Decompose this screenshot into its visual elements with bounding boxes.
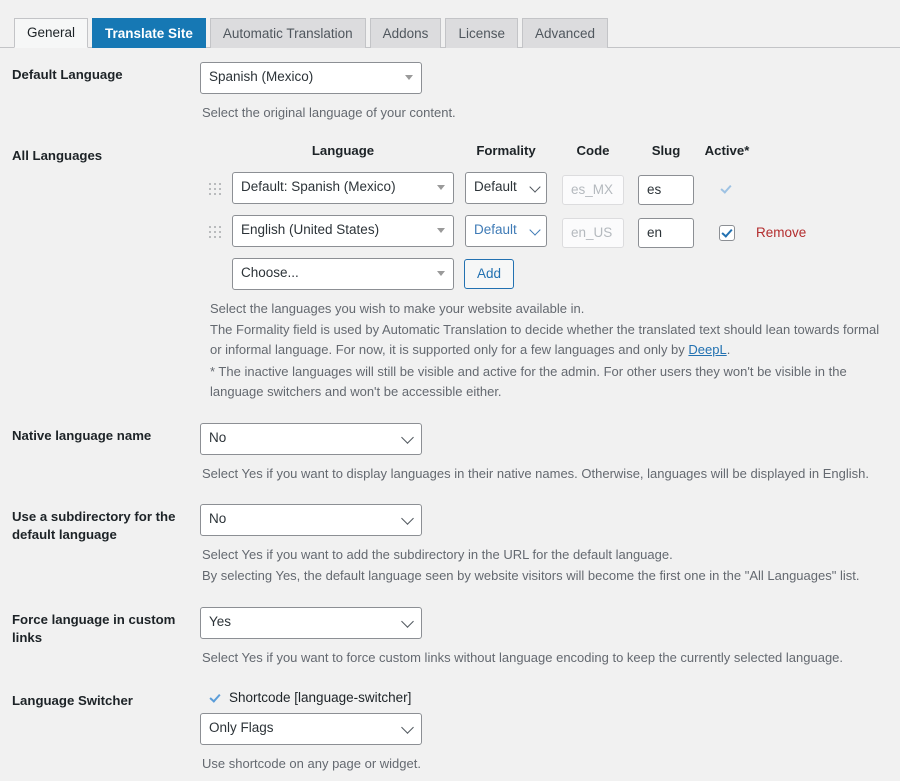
tab-license[interactable]: License — [445, 18, 518, 48]
subdirectory-description-line-1: Select Yes if you want to add the subdir… — [202, 546, 673, 562]
native-language-name-description: Select Yes if you want to display langua… — [202, 465, 870, 481]
tab-general[interactable]: General — [14, 18, 89, 48]
desc-formality-period: . — [726, 342, 731, 358]
force-language-select-value: Yes — [200, 607, 422, 640]
table-row: English (United States) Default en_US en… — [200, 215, 890, 250]
default-language-label: Default Language — [12, 67, 123, 82]
all-languages-description-line-2: The Formality field is used by Automatic… — [210, 320, 890, 360]
table-row: Default: Spanish (Mexico) Default — [200, 172, 890, 207]
drag-handle-icon[interactable] — [206, 222, 224, 244]
header-language: Language — [311, 143, 375, 159]
switcher-display-select[interactable]: Only Flags — [200, 713, 422, 746]
all-languages-description-line-3: * The inactive languages will still be v… — [210, 363, 847, 399]
subdirectory-select[interactable]: No — [200, 503, 422, 536]
choose-language-select[interactable]: Choose... — [232, 258, 454, 291]
language-switcher-description: Use shortcode on any page or widget. — [202, 756, 421, 772]
tab-automatic-translation[interactable]: Automatic Translation — [209, 18, 366, 48]
row-default-language: Default Language Spanish (Mexico) Select… — [0, 48, 900, 129]
tab-translate-site[interactable]: Translate Site — [92, 18, 206, 48]
add-language-button[interactable]: Add — [464, 259, 515, 290]
native-language-name-label: Native language name — [12, 427, 152, 443]
shortcode-checkbox-row[interactable]: Shortcode [language-switcher] — [208, 690, 890, 705]
tab-advanced[interactable]: Advanced — [521, 18, 609, 48]
language-select-row-0-value: Default: Spanish (Mexico) — [232, 172, 454, 205]
subdirectory-description-line-2: By selecting Yes, the default language s… — [202, 568, 860, 584]
language-select-row-0[interactable]: Default: Spanish (Mexico) — [232, 172, 454, 205]
add-language-row: Choose... Add — [232, 258, 890, 291]
row-subdirectory: Use a subdirectory for the default langu… — [0, 490, 900, 593]
tab-automatic-translation-label: Automatic Translation — [222, 25, 353, 41]
code-field-row-1 — [562, 217, 624, 248]
default-language-select-value: Spanish (Mexico) — [200, 62, 422, 94]
row-language-switcher: Language Switcher Shortcode [language-sw… — [0, 674, 900, 780]
drag-handle-icon[interactable] — [206, 179, 224, 201]
settings-tab-bar: General Translate Site Automatic Transla… — [0, 0, 900, 48]
formality-select-row-0-value: Default — [465, 172, 547, 205]
code-field-row-0 — [562, 174, 624, 205]
languages-table-header: Language Formality Code Slug Active* — [200, 143, 890, 158]
all-languages-description-line-1: Select the languages you wish to make yo… — [210, 301, 585, 317]
active-checkbox-row-1[interactable] — [719, 224, 735, 241]
language-select-row-1-value: English (United States) — [232, 215, 454, 248]
remove-language-link-row-1[interactable]: Remove — [756, 225, 806, 240]
force-language-description: Select Yes if you want to force custom l… — [202, 650, 844, 666]
slug-field-row-1[interactable] — [638, 217, 694, 248]
slug-field-row-0[interactable] — [638, 174, 694, 205]
row-all-languages: All Languages Language Formality Code Sl… — [0, 129, 900, 409]
shortcode-label: Shortcode [language-switcher] — [229, 690, 412, 706]
tab-general-label: General — [27, 25, 76, 41]
language-select-row-1[interactable]: English (United States) — [232, 215, 454, 248]
native-language-name-select-value: No — [200, 422, 422, 455]
subdirectory-select-value: No — [200, 503, 422, 536]
desc-formality-text: The Formality field is used by Automatic… — [210, 322, 880, 358]
tab-translate-site-label: Translate Site — [105, 25, 193, 41]
formality-select-row-1[interactable]: Default — [465, 215, 547, 248]
tab-advanced-label: Advanced — [534, 25, 596, 41]
tab-license-label: License — [458, 25, 505, 41]
default-language-description: Select the original language of your con… — [202, 105, 456, 120]
deepl-link[interactable]: DeepL — [688, 342, 726, 357]
row-native-language-name: Native language name No Select Yes if yo… — [0, 409, 900, 490]
language-switcher-label: Language Switcher — [12, 693, 133, 709]
header-code: Code — [576, 143, 610, 159]
languages-rows: Default: Spanish (Mexico) Default es_MX … — [200, 172, 890, 291]
force-language-select[interactable]: Yes — [200, 607, 422, 640]
check-icon — [208, 691, 222, 705]
force-language-label: Force language in custom links — [12, 612, 176, 646]
subdirectory-label: Use a subdirectory for the default langu… — [12, 508, 176, 542]
choose-language-select-value: Choose... — [232, 258, 454, 291]
row-force-language: Force language in custom links Yes Selec… — [0, 593, 900, 674]
subdirectory-description: Select Yes if you want to add the subdir… — [202, 545, 890, 586]
all-languages-label: All Languages — [12, 148, 103, 164]
header-active: Active* — [704, 143, 750, 159]
formality-select-row-0[interactable]: Default — [465, 172, 547, 205]
active-checkmark-row-0 — [719, 182, 735, 198]
settings-form-table: Default Language Spanish (Mexico) Select… — [0, 48, 900, 781]
all-languages-description: Select the languages you wish to make yo… — [210, 299, 890, 402]
formality-select-row-1-value: Default — [465, 215, 547, 248]
native-language-name-select[interactable]: No — [200, 422, 422, 455]
switcher-display-select-value: Only Flags — [200, 713, 422, 746]
tab-addons-label: Addons — [382, 25, 429, 41]
default-language-select[interactable]: Spanish (Mexico) — [200, 62, 422, 94]
header-slug: Slug — [651, 143, 681, 159]
header-formality: Formality — [476, 143, 536, 159]
tab-addons[interactable]: Addons — [369, 18, 442, 48]
